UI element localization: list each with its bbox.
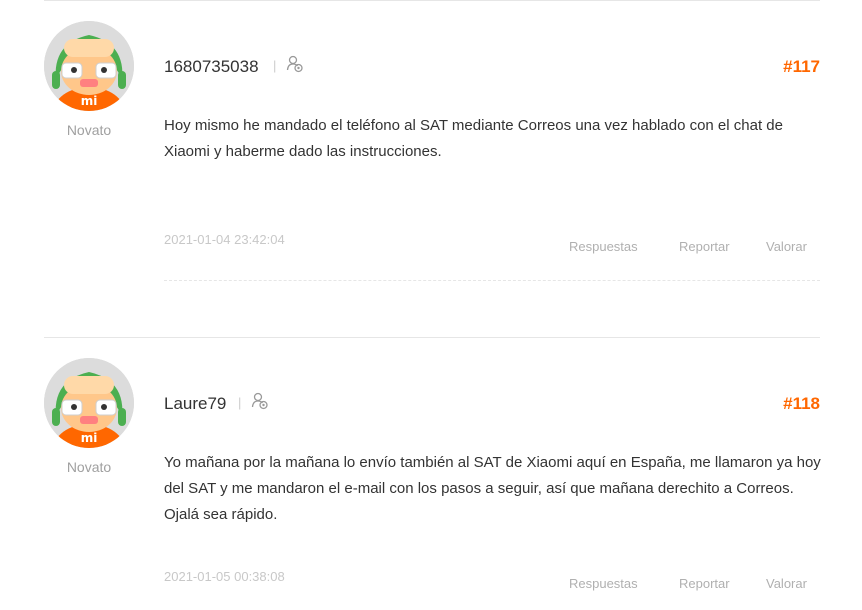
user-rank: Novato (66, 459, 112, 475)
username[interactable]: 1680735038 (164, 57, 259, 77)
separator: | (273, 58, 277, 73)
post-117: mi Novato 1680735038 | #117 Hoy mismo he… (44, 0, 820, 330)
report-button[interactable]: Reportar (679, 576, 730, 591)
user-rank: Novato (66, 122, 112, 138)
post-body: Hoy mismo he mandado el teléfono al SAT … (164, 117, 783, 160)
post-footer-divider (164, 280, 820, 281)
avatar[interactable]: mi (44, 21, 134, 111)
mi-bunny-avatar-icon: mi (44, 358, 134, 448)
report-button[interactable]: Reportar (679, 239, 730, 254)
post-number[interactable]: #118 (783, 394, 820, 414)
svg-text:mi: mi (81, 431, 98, 445)
rate-button[interactable]: Valorar (766, 239, 807, 254)
post-118: mi Novato Laure79 | #118 Yo mañana por l… (44, 337, 821, 610)
username[interactable]: Laure79 (164, 394, 226, 414)
post-date: 2021-01-04 23:42:04 (164, 232, 285, 247)
replies-button[interactable]: Respuestas (569, 576, 638, 591)
post-number[interactable]: #117 (783, 57, 820, 77)
svg-text:mi: mi (81, 94, 98, 108)
user-badge-icon[interactable] (251, 392, 269, 410)
replies-button[interactable]: Respuestas (569, 239, 638, 254)
rate-button[interactable]: Valorar (766, 576, 807, 591)
avatar[interactable]: mi (44, 358, 134, 448)
post-body: Yo mañana por la mañana lo envío también… (164, 454, 821, 523)
separator: | (238, 395, 242, 410)
post-date: 2021-01-05 00:38:08 (164, 569, 285, 584)
user-badge-icon[interactable] (286, 55, 304, 73)
mi-bunny-avatar-icon: mi (44, 21, 134, 111)
